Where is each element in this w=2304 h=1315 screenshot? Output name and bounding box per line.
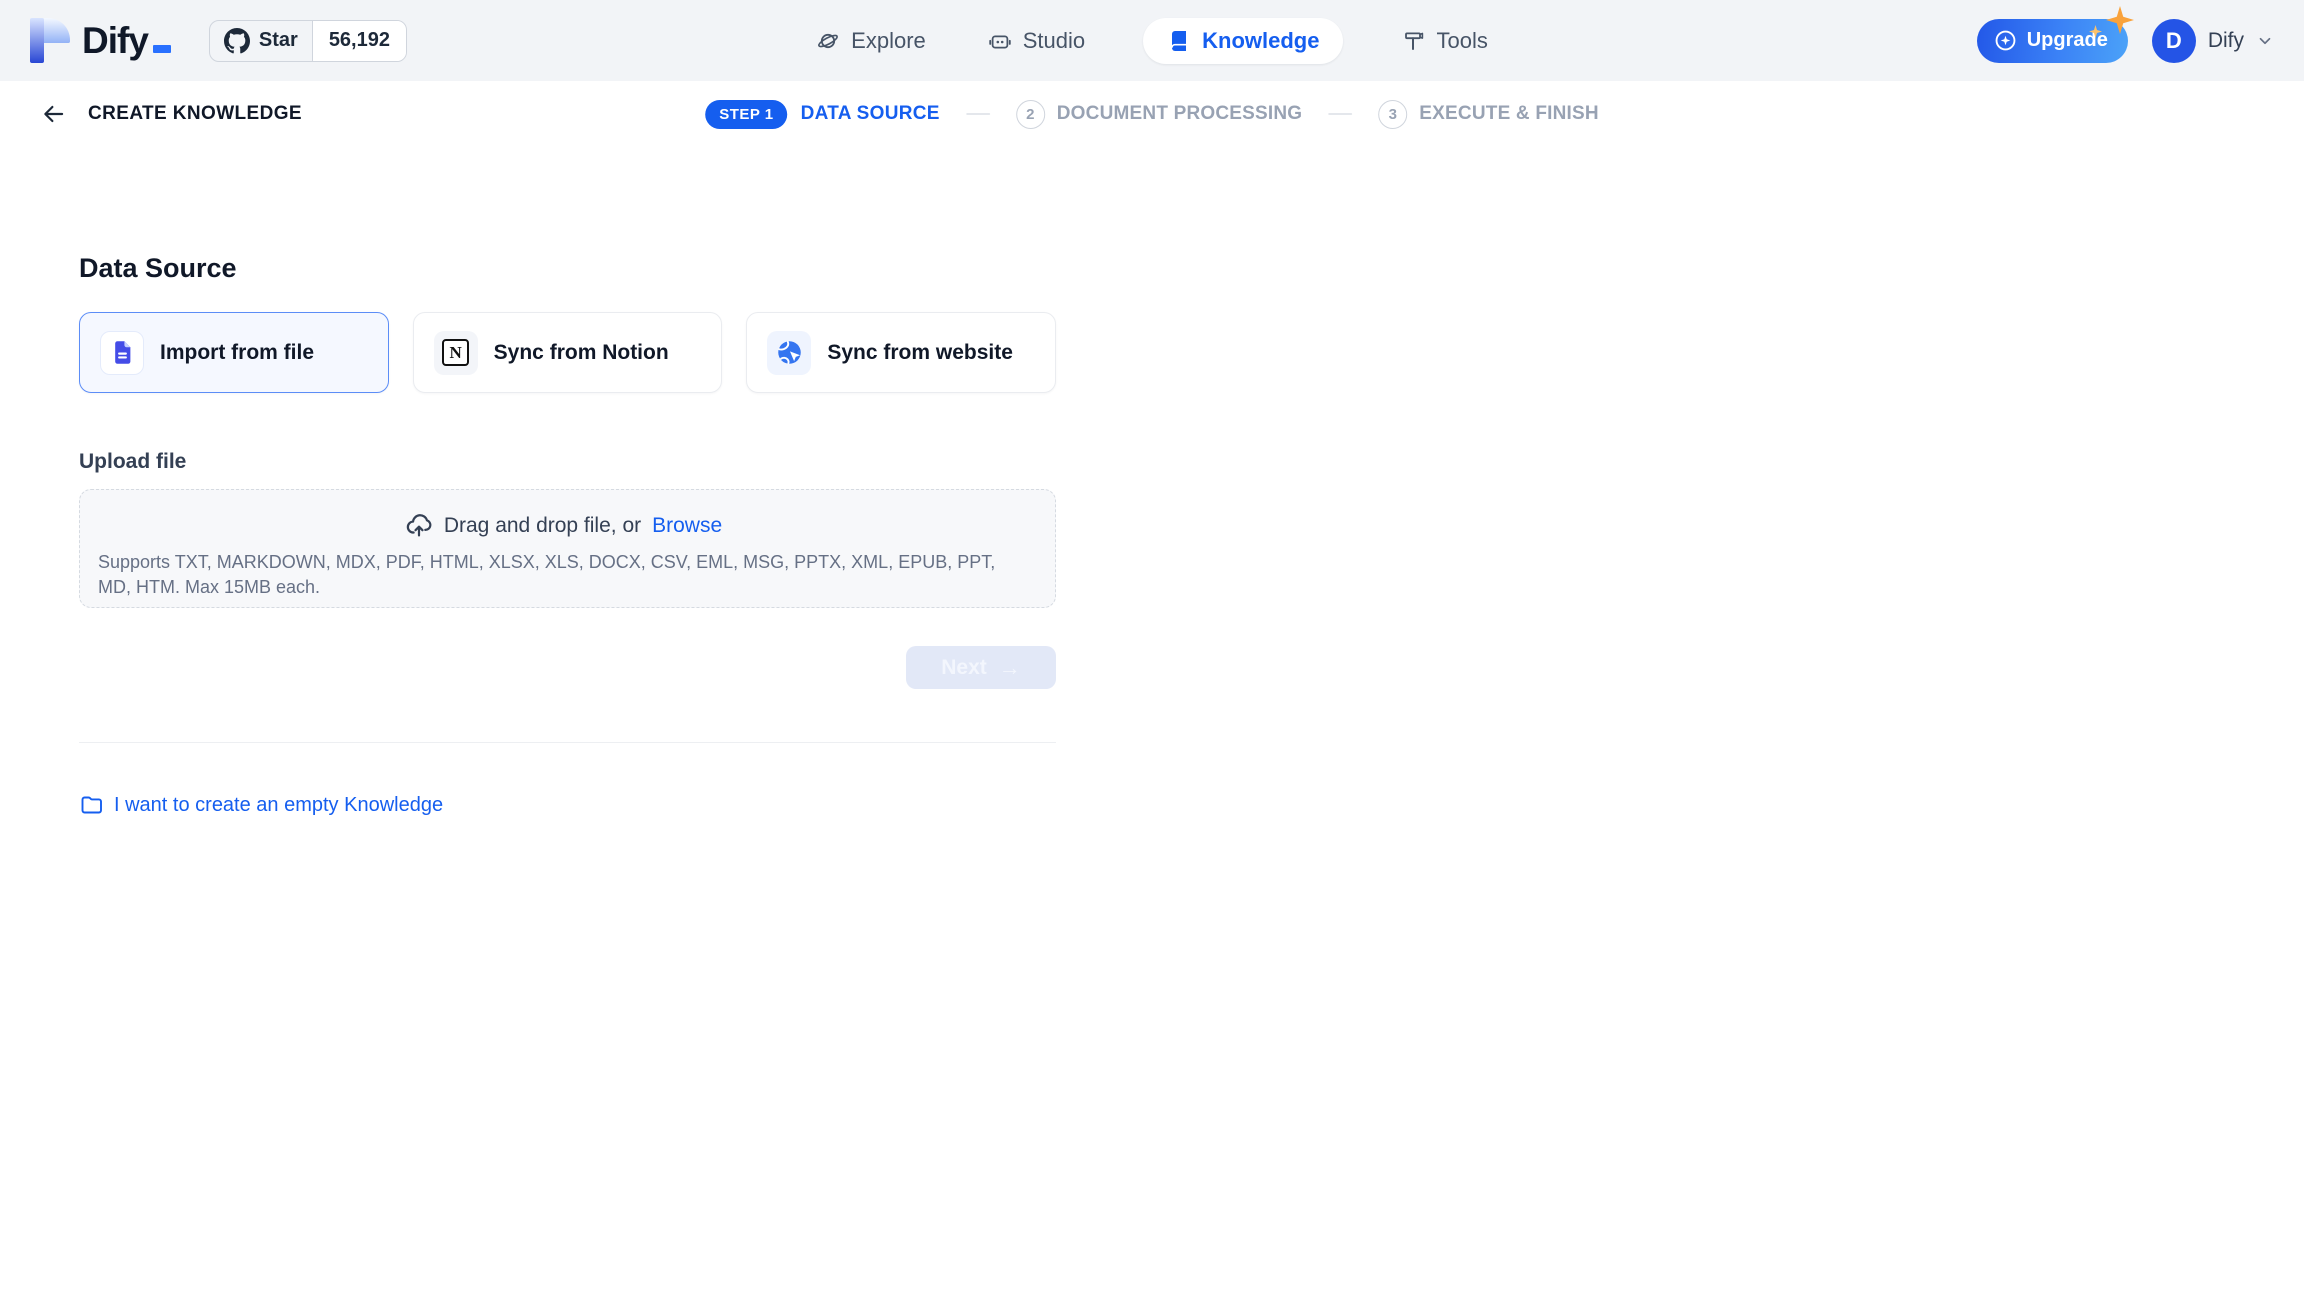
- drag-drop-text: Drag and drop file, or: [444, 514, 641, 538]
- step-1-label: DATA SOURCE: [801, 103, 940, 125]
- create-knowledge-header: CREATE KNOWLEDGE STEP 1 DATA SOURCE 2 DO…: [0, 81, 2304, 147]
- globe-icon-box: [767, 331, 811, 375]
- nav-item-explore[interactable]: Explore: [812, 18, 930, 64]
- top-header: Dify Star 56,192 Explore: [0, 0, 2304, 81]
- account-name: Dify: [2208, 29, 2244, 53]
- step-3-circle: 3: [1378, 100, 1407, 129]
- upload-file-label: Upload file: [79, 450, 2304, 474]
- source-card-import-from-file[interactable]: Import from file: [79, 312, 389, 393]
- nav-item-tools[interactable]: Tools: [1397, 18, 1491, 64]
- source-card-sync-from-website[interactable]: Sync from website: [746, 312, 1056, 393]
- github-star-label: Star: [259, 29, 298, 52]
- github-star-count[interactable]: 56,192: [312, 21, 406, 61]
- nav-label: Knowledge: [1202, 28, 1319, 54]
- dify-logo[interactable]: Dify: [30, 18, 171, 63]
- nav-label: Studio: [1023, 28, 1085, 54]
- upgrade-star-circle-icon: [1993, 28, 2018, 53]
- file-icon: [109, 339, 136, 366]
- next-button-label: Next: [941, 656, 987, 680]
- book-icon: [1167, 29, 1191, 53]
- globe-icon: [776, 339, 803, 366]
- avatar[interactable]: D: [2152, 19, 2196, 63]
- arrow-left-icon: [41, 101, 67, 127]
- supported-formats-text: Supports TXT, MARKDOWN, MDX, PDF, HTML, …: [98, 550, 1023, 600]
- file-icon-box: [100, 331, 144, 375]
- section-title: Data Source: [79, 253, 2304, 284]
- notion-icon-box: N: [434, 331, 478, 375]
- main-content: Data Source Import from file N Sync from…: [0, 253, 2304, 817]
- hammer-icon: [1401, 29, 1425, 53]
- main-nav: Explore Studio Knowledge: [812, 18, 1492, 64]
- sparkle-icon-small: [2089, 25, 2102, 38]
- step-1-badge: STEP 1: [705, 100, 787, 129]
- nav-item-studio[interactable]: Studio: [984, 18, 1089, 64]
- page: Dify Star 56,192 Explore: [0, 0, 2304, 1315]
- nav-item-knowledge[interactable]: Knowledge: [1143, 18, 1343, 64]
- step-3-label: EXECUTE & FINISH: [1419, 103, 1599, 125]
- step-separator: [966, 113, 990, 115]
- github-icon: [224, 28, 250, 54]
- back-button[interactable]: [36, 96, 72, 132]
- create-empty-knowledge-link[interactable]: I want to create an empty Knowledge: [79, 793, 443, 817]
- next-button[interactable]: Next →: [906, 646, 1056, 689]
- section-divider: [79, 742, 1056, 743]
- create-empty-knowledge-label: I want to create an empty Knowledge: [114, 794, 443, 817]
- step-2-label: DOCUMENT PROCESSING: [1057, 103, 1303, 125]
- github-star-widget[interactable]: Star 56,192: [209, 20, 407, 62]
- logo-underscore: [153, 45, 171, 53]
- account-menu[interactable]: D Dify: [2152, 19, 2274, 63]
- planet-icon: [816, 29, 840, 53]
- upgrade-button[interactable]: Upgrade: [1977, 19, 2128, 63]
- dify-logo-mark-icon: [30, 18, 70, 63]
- step-indicator: STEP 1 DATA SOURCE 2 DOCUMENT PROCESSING…: [705, 100, 1599, 129]
- notion-icon: N: [442, 339, 469, 366]
- file-dropzone[interactable]: Drag and drop file, or Browse Supports T…: [79, 489, 1056, 608]
- step-separator: [1328, 113, 1352, 115]
- github-star-button[interactable]: Star: [210, 21, 312, 61]
- chevron-down-icon: [2256, 32, 2274, 50]
- cloud-upload-icon: [405, 512, 433, 540]
- dify-wordmark: Dify: [82, 20, 171, 62]
- data-source-options: Import from file N Sync from Notion: [79, 312, 1056, 393]
- folder-icon: [79, 793, 103, 817]
- source-card-label: Import from file: [160, 341, 314, 365]
- source-card-sync-from-notion[interactable]: N Sync from Notion: [413, 312, 723, 393]
- sparkle-icon: [2106, 6, 2134, 34]
- arrow-right-icon: →: [999, 657, 1021, 679]
- browse-link[interactable]: Browse: [652, 514, 722, 538]
- robot-icon: [988, 29, 1012, 53]
- nav-label: Tools: [1436, 28, 1487, 54]
- source-card-label: Sync from Notion: [494, 341, 669, 365]
- page-title: CREATE KNOWLEDGE: [88, 103, 302, 125]
- nav-label: Explore: [851, 28, 926, 54]
- source-card-label: Sync from website: [827, 341, 1013, 365]
- step-2-circle: 2: [1016, 100, 1045, 129]
